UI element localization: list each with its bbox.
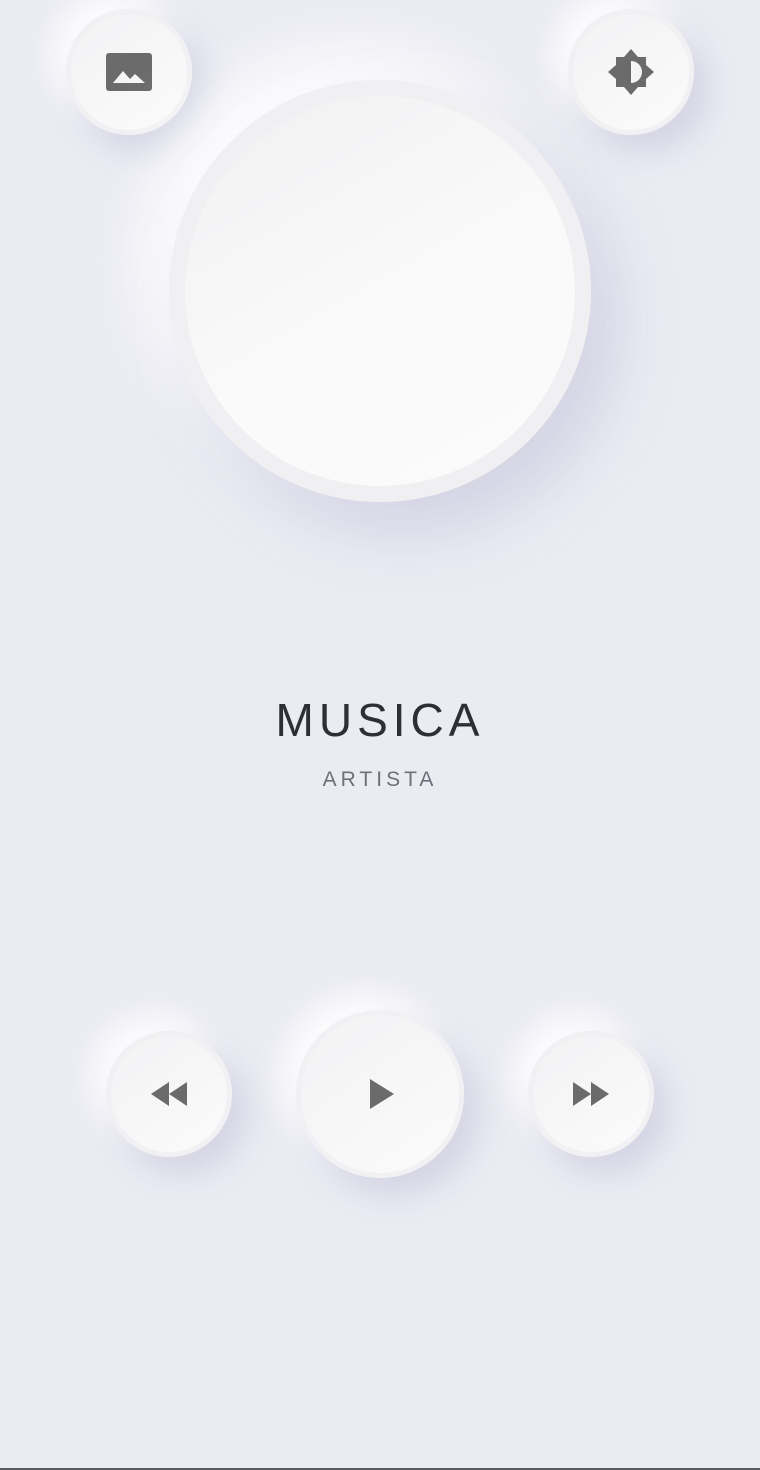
track-title: MUSICA xyxy=(275,694,485,746)
next-button[interactable] xyxy=(528,1031,654,1157)
track-artist: ARTISTA xyxy=(322,768,438,791)
brightness-icon xyxy=(607,48,655,96)
previous-button[interactable] xyxy=(106,1031,232,1157)
fast-forward-icon xyxy=(571,1080,611,1108)
theme-toggle-button[interactable] xyxy=(568,9,694,135)
play-button[interactable] xyxy=(296,1010,464,1178)
fast-rewind-icon xyxy=(149,1080,189,1108)
play-icon xyxy=(364,1078,396,1110)
gallery-button[interactable] xyxy=(66,9,192,135)
album-art xyxy=(169,80,591,502)
music-player-screen: MUSICA ARTISTA xyxy=(0,0,760,1469)
image-icon xyxy=(105,52,153,92)
